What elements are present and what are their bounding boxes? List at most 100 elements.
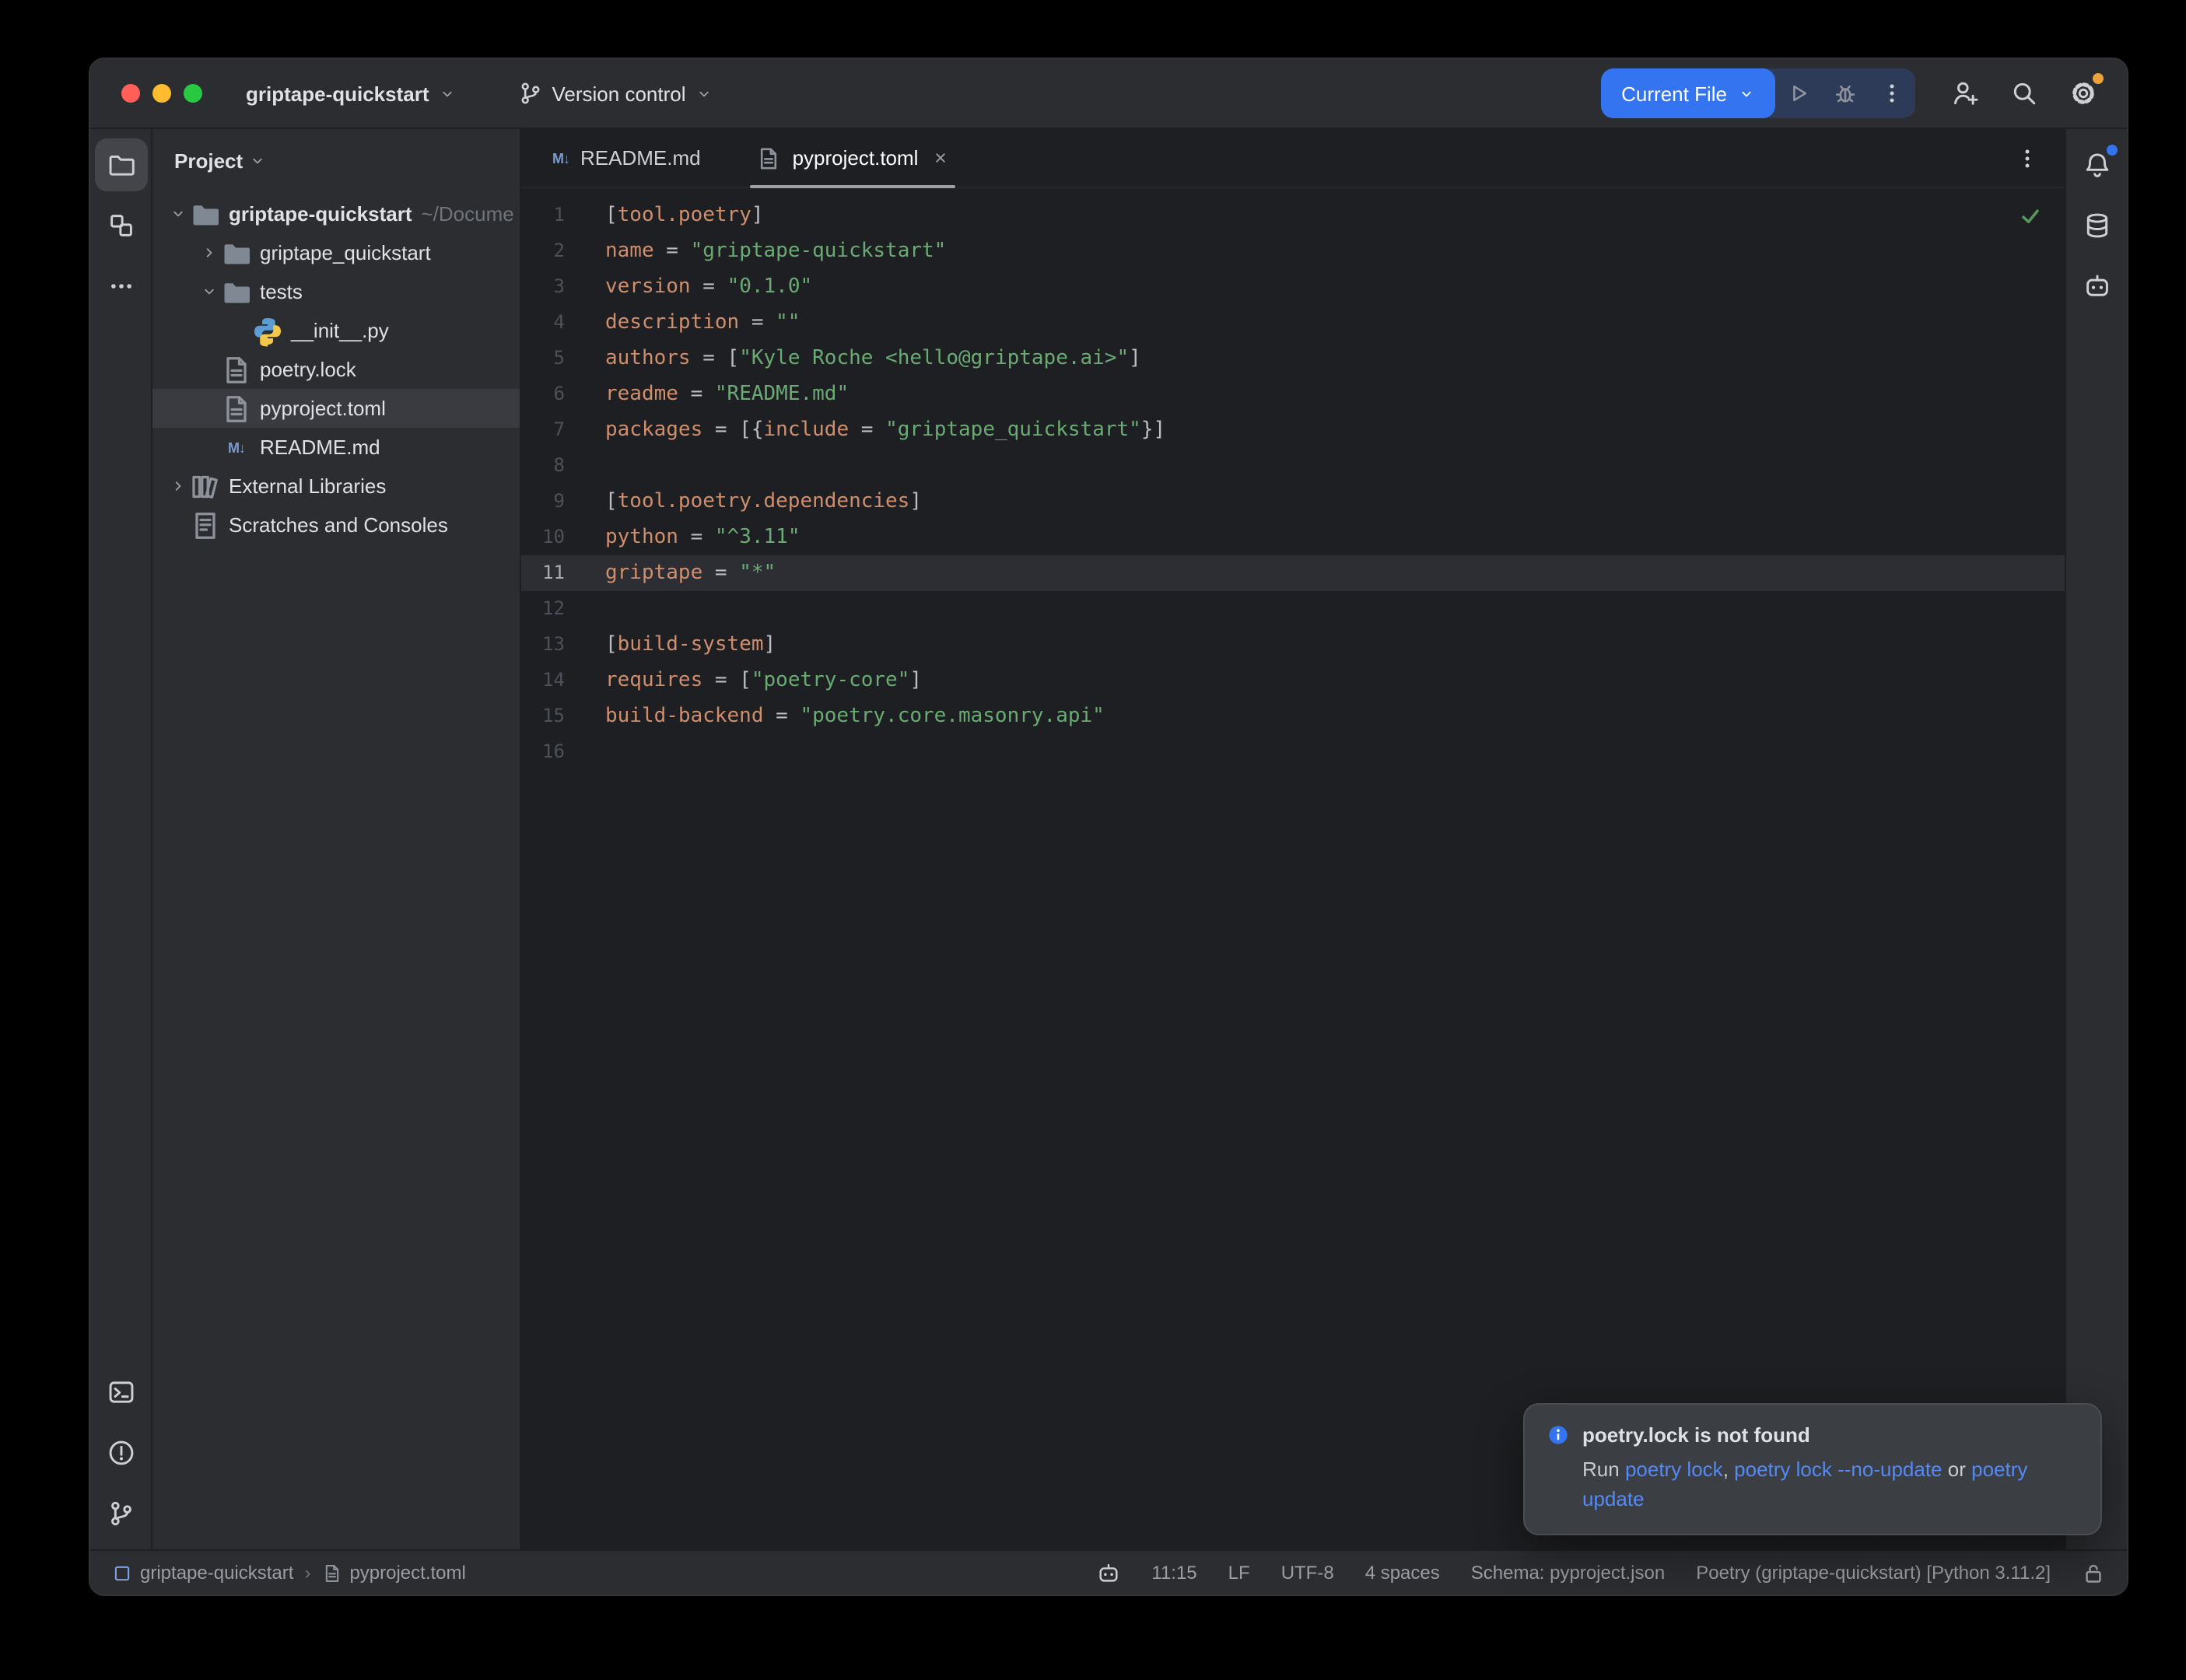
code-with-me-button[interactable]	[1940, 68, 1990, 118]
notification-link-poetry-lock-no-update[interactable]: poetry lock --no-update	[1734, 1458, 1942, 1481]
chevron-right-icon[interactable]	[165, 478, 190, 495]
code-line-4[interactable]: 4description = ""	[521, 305, 2065, 341]
code-line-13[interactable]: 13[build-system]	[521, 627, 2065, 663]
tree-item-external-libraries[interactable]: External Libraries	[152, 467, 520, 506]
database-icon	[2083, 212, 2111, 240]
line-number: 9	[521, 484, 590, 520]
minimize-window-button[interactable]	[152, 84, 171, 103]
code-line-1[interactable]: 1[tool.poetry]	[521, 198, 2065, 233]
tree-item-label: griptape-quickstart	[229, 202, 412, 226]
code-line-11[interactable]: 11griptape = "*"	[521, 555, 2065, 591]
status-bar: griptape-quickstart›pyproject.toml 11:15…	[90, 1549, 2127, 1594]
tool-stripe-ai-assistant-button[interactable]	[2070, 260, 2123, 313]
code-line-15[interactable]: 15build-backend = "poetry.core.masonry.a…	[521, 698, 2065, 734]
breadcrumb-file[interactable]: pyproject.toml	[321, 1562, 465, 1584]
tree-item-griptape-quickstart[interactable]: griptape-quickstart~/Docume	[152, 194, 520, 233]
zoom-window-button[interactable]	[184, 84, 202, 103]
notification-text: ,	[1723, 1458, 1734, 1481]
code-line-3[interactable]: 3version = "0.1.0"	[521, 269, 2065, 305]
caret-position[interactable]: 11:15	[1151, 1562, 1196, 1584]
code-line-16[interactable]: 16	[521, 734, 2065, 770]
tree-item-readme-md[interactable]: M↓README.md	[152, 428, 520, 467]
code-line-8[interactable]: 8	[521, 448, 2065, 484]
add-user-icon	[1951, 79, 1979, 107]
run-configuration-selector[interactable]: Current File	[1601, 68, 1775, 118]
bot-icon	[2083, 272, 2111, 300]
code-line-9[interactable]: 9[tool.poetry.dependencies]	[521, 484, 2065, 520]
settings-button[interactable]	[2058, 68, 2108, 118]
status-bar-widgets: 11:15 LF UTF-8 4 spaces Schema: pyproject.js…	[1097, 1561, 2105, 1584]
code-line-10[interactable]: 10python = "^3.11"	[521, 520, 2065, 555]
tool-stripe-terminal-button[interactable]	[94, 1366, 147, 1419]
tool-stripe-database-button[interactable]	[2070, 199, 2123, 252]
desktop: griptape-quickstart Version control Curr…	[0, 0, 2186, 1680]
notification-link-poetry-lock[interactable]: poetry lock	[1625, 1458, 1723, 1481]
line-number: 6	[521, 376, 590, 412]
kebab-menu-icon	[1879, 81, 1904, 106]
left-stripe-top	[94, 138, 147, 313]
tool-stripe-problems-button[interactable]	[94, 1426, 147, 1479]
settings-update-badge	[2093, 73, 2104, 84]
run-more-actions-button[interactable]	[1869, 68, 1915, 118]
close-window-button[interactable]	[121, 84, 140, 103]
json-schema-label: Schema: pyproject.json	[1471, 1562, 1665, 1584]
code-line-7[interactable]: 7packages = [{include = "griptape_quicks…	[521, 412, 2065, 448]
line-text	[590, 448, 605, 484]
left-stripe-bottom	[94, 1366, 147, 1540]
tree-item-pyproject-toml[interactable]: pyproject.toml	[152, 389, 520, 428]
python-interpreter[interactable]: Poetry (griptape-quickstart) [Python 3.1…	[1696, 1562, 2051, 1584]
code-line-6[interactable]: 6readme = "README.md"	[521, 376, 2065, 412]
line-number: 4	[521, 305, 590, 341]
inspections-ok-check-icon[interactable]	[2018, 204, 2043, 229]
project-selector[interactable]: griptape-quickstart	[236, 75, 465, 111]
chevron-right-icon[interactable]	[196, 244, 221, 261]
breadcrumb-project[interactable]: griptape-quickstart	[112, 1562, 293, 1584]
tool-stripe-structure-button[interactable]	[94, 199, 147, 252]
code-line-5[interactable]: 5authors = ["Kyle Roche <hello@griptape.…	[521, 341, 2065, 376]
code-lines: 1[tool.poetry]2name = "griptape-quicksta…	[521, 198, 2065, 770]
tool-stripe-notifications-button[interactable]	[2070, 138, 2123, 191]
debug-button[interactable]	[1822, 68, 1869, 118]
tree-item-label: Scratches and Consoles	[229, 513, 448, 537]
tree-item-poetry-lock[interactable]: poetry.lock	[152, 350, 520, 389]
json-schema[interactable]: Schema: pyproject.json	[1471, 1562, 1665, 1584]
line-text	[590, 591, 605, 627]
tab-readme-md[interactable]: M↓README.md	[534, 129, 720, 187]
indent-style[interactable]: 4 spaces	[1365, 1562, 1440, 1584]
line-separator[interactable]: LF	[1228, 1562, 1250, 1584]
code-line-2[interactable]: 2name = "griptape-quickstart"	[521, 233, 2065, 269]
tool-stripe-more-tool-windows-button[interactable]	[94, 260, 147, 313]
tree-item-griptape-quickstart[interactable]: griptape_quickstart	[152, 233, 520, 272]
tab-options-button[interactable]	[2009, 139, 2046, 177]
kebab-menu-icon	[2015, 145, 2040, 170]
tree-item-label: griptape_quickstart	[260, 241, 431, 264]
file-encoding[interactable]: UTF-8	[1281, 1562, 1334, 1584]
close-tab-icon[interactable]	[932, 149, 949, 166]
tool-stripe-project-button[interactable]	[94, 138, 147, 191]
code-editor[interactable]: 1[tool.poetry]2name = "griptape-quicksta…	[521, 188, 2065, 1549]
chevron-down-icon[interactable]	[196, 283, 221, 300]
tab-list: M↓README.md pyproject.toml	[534, 129, 986, 187]
structure-icon	[107, 212, 135, 240]
tree-item-init-py[interactable]: __init__.py	[152, 311, 520, 350]
tree-item-scratches-and-consoles[interactable]: Scratches and Consoles	[152, 506, 520, 544]
line-number: 2	[521, 233, 590, 269]
chevron-down-icon	[439, 85, 456, 102]
tab-pyproject-toml[interactable]: pyproject.toml	[738, 129, 969, 187]
vcs-selector[interactable]: Version control	[509, 75, 722, 112]
git-branch-icon	[518, 81, 543, 106]
code-line-14[interactable]: 14requires = ["poetry-core"]	[521, 663, 2065, 698]
tree-item-tests[interactable]: tests	[152, 272, 520, 311]
file-icon	[221, 354, 252, 385]
chevron-down-icon[interactable]	[165, 205, 190, 222]
code-line-12[interactable]: 12	[521, 591, 2065, 627]
search-everywhere-button[interactable]	[1999, 68, 2049, 118]
run-button[interactable]	[1775, 68, 1822, 118]
folder-icon	[221, 276, 252, 307]
project-panel-header[interactable]: Project	[152, 129, 520, 191]
write-access[interactable]	[2082, 1561, 2105, 1584]
tool-stripe-version-control-button[interactable]	[94, 1487, 147, 1540]
ai-status-widget[interactable]	[1097, 1561, 1120, 1584]
markdown-icon: M↓	[221, 439, 252, 455]
file-icon	[221, 393, 252, 424]
